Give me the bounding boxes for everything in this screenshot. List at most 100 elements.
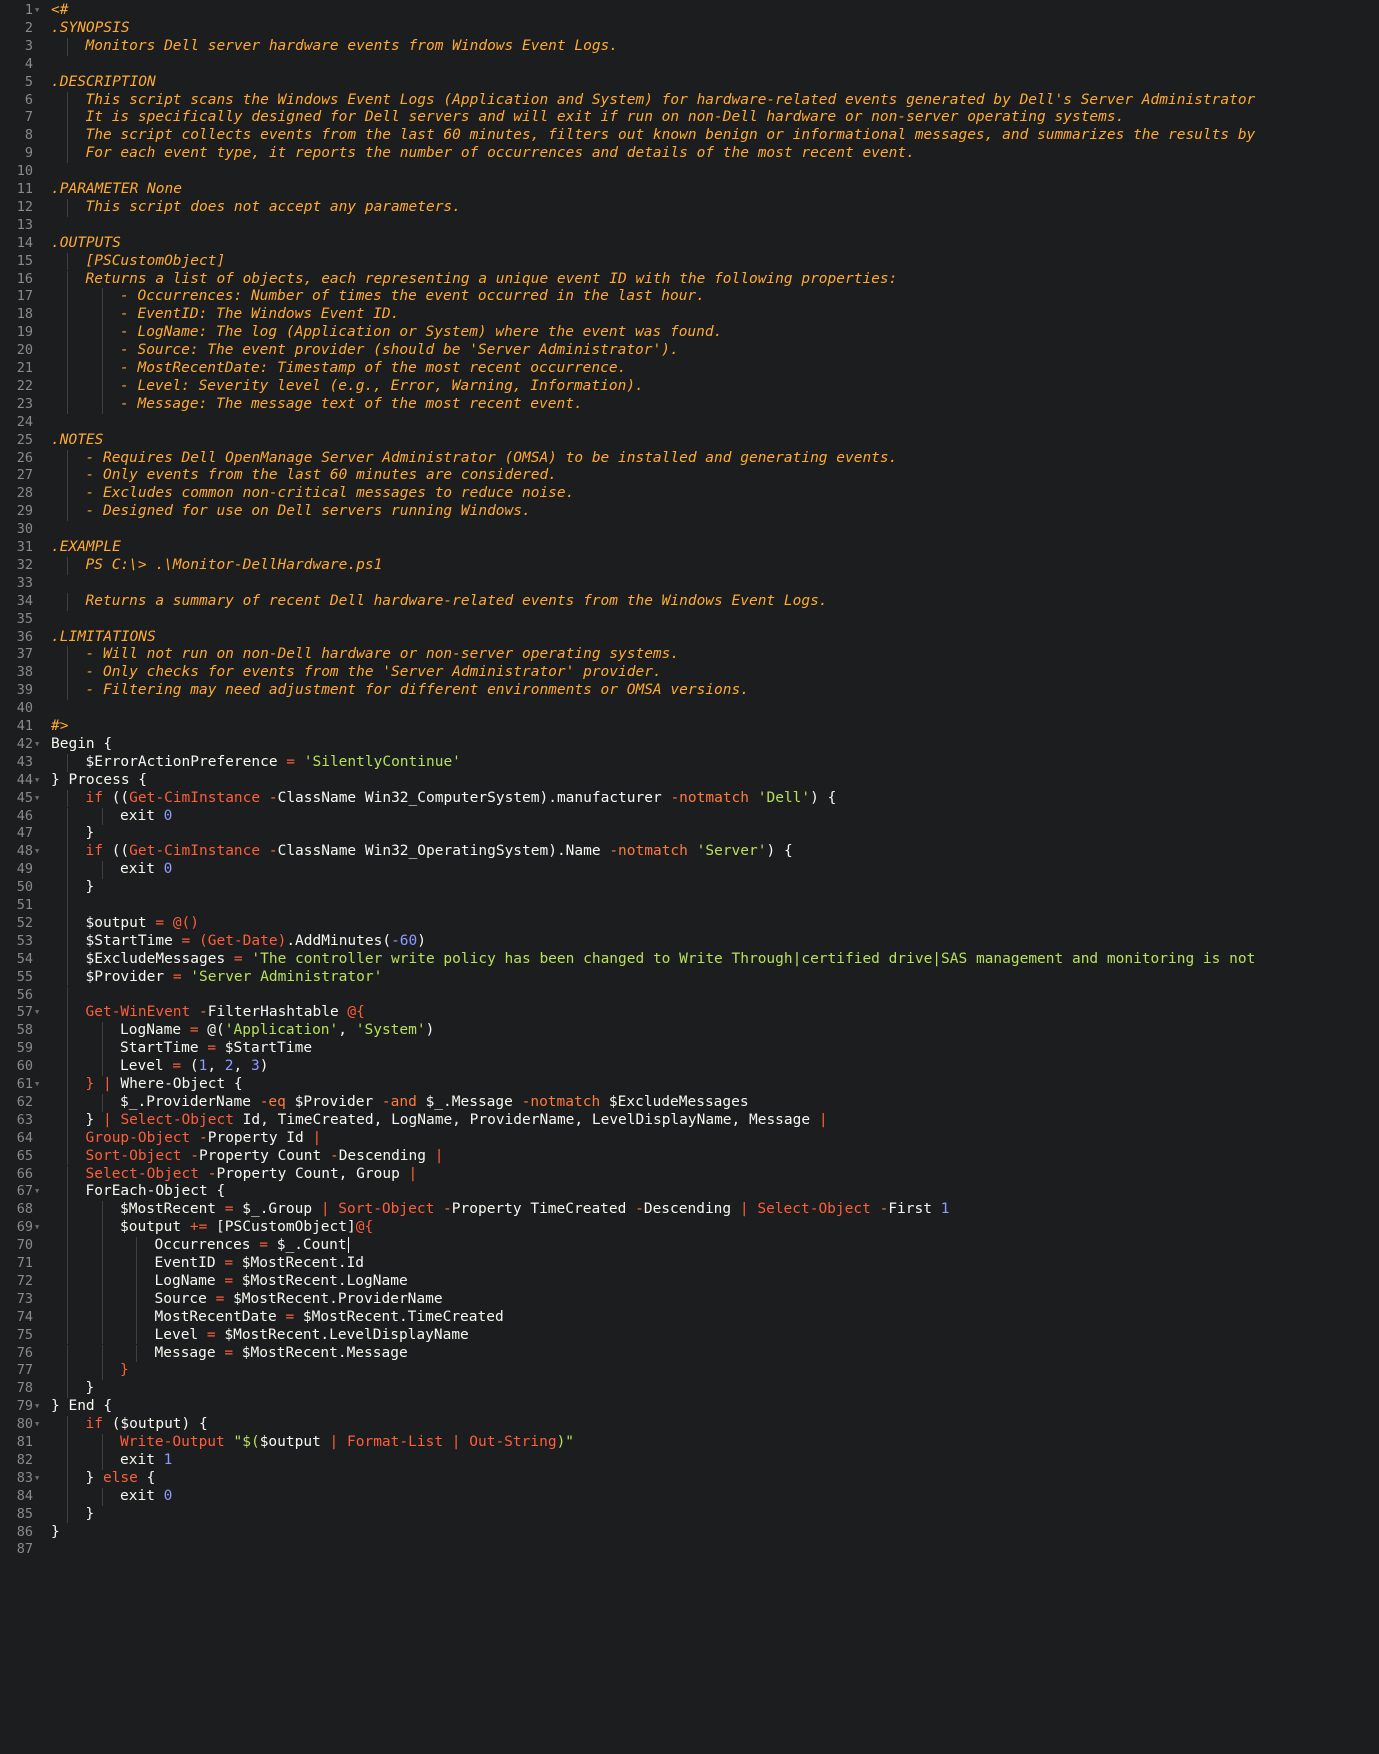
code-line[interactable]: 11 .PARAMETER None [0,181,1233,199]
code-line[interactable]: 74 MostRecentDate = $MostRecent.TimeCreat… [0,1308,1233,1327]
code-line[interactable]: 80 ▼ if ($output) { [0,1416,1233,1434]
code-line[interactable]: 73 Source = $MostRecent.ProviderName [0,1290,1233,1309]
fold-toggle-icon[interactable]: ▼ [35,2,39,20]
code-line[interactable]: 85} [0,1505,1233,1524]
code-line[interactable]: 67 ▼ ForEach-Object { [0,1183,1233,1202]
code-line[interactable]: 13 [0,217,1233,235]
code-line[interactable]: 64 Group-Object -Property Id | [0,1129,1233,1148]
code-line[interactable]: 35 [0,611,1233,629]
code-line[interactable]: 51 [0,897,1233,915]
code-line[interactable]: 87 [0,1541,1233,1559]
code-line[interactable]: 24 [0,414,1233,432]
fold-toggle-icon[interactable]: ▼ [35,1183,39,1201]
code-line[interactable]: 28 - Excludes common non-critical message… [0,485,1233,504]
code-line[interactable]: 77} [0,1362,1233,1381]
code-line[interactable]: 56 [0,986,1233,1005]
code-line[interactable]: 60 Level = (1, 2, 3) [0,1058,1233,1076]
code-line[interactable]: 75 Level = $MostRecent.LevelDisplayName [0,1326,1233,1345]
code-line[interactable]: 69 ▼ $output += [PSCustomObject]@{ [0,1219,1233,1238]
code-line[interactable]: 26 - Requires Dell OpenManage Server Admi… [0,449,1233,468]
code-line[interactable]: 25 .NOTES [0,432,1233,450]
code-line[interactable]: 50} [0,879,1233,897]
fold-toggle-icon[interactable]: ▼ [35,1219,39,1237]
code-line[interactable]: 36 .LIMITATIONS [0,629,1233,647]
code-line[interactable]: 62 $_.ProviderName -eq $Provider -and $_.… [0,1093,1233,1112]
code-line[interactable]: 68 $MostRecent = $_.Group | Sort-Object -… [0,1201,1233,1220]
code-line[interactable]: 61 ▼} | Where-Object { [0,1076,1233,1094]
code-line[interactable]: 66 Select-Object -Property Count, Group | [0,1165,1233,1184]
code-line[interactable]: 16 Returns a list of objects, each repres… [0,270,1233,289]
fold-toggle-icon[interactable]: ▼ [35,1004,39,1022]
code-line[interactable]: 53 $StartTime = (Get-Date).AddMinutes(-60… [0,932,1233,951]
code-line[interactable]: 30 [0,521,1233,539]
code-line[interactable]: 76 Message = $MostRecent.Message [0,1344,1233,1363]
code-line[interactable]: 79 ▼} End { [0,1398,1233,1416]
code-line[interactable]: 19 - LogName: The log (Application or Sys… [0,324,1233,343]
code-line[interactable]: 32 PS C:\> .\Monitor-DellHardware.ps1 [0,556,1233,575]
code-line[interactable]: 6 This script scans the Windows Event Log… [0,91,1255,110]
code-line[interactable]: 23 - Message: The message text of the mos… [0,395,1233,414]
fold-toggle-icon[interactable]: ▼ [35,736,39,754]
code-line[interactable]: 39 - Filtering may need adjustment for di… [0,682,1233,701]
code-line[interactable]: 82 exit 1 [0,1451,1233,1470]
code-line[interactable]: 1 ▼ <# [0,2,1233,20]
code-line[interactable]: 45 ▼ if ((Get-CimInstance -ClassName Win32… [0,789,1233,808]
code-line[interactable]: 17 - Occurrences: Number of times the eve… [0,288,1233,307]
code-line[interactable]: 57 ▼ Get-WinEvent -FilterHashtable @{ [0,1004,1233,1023]
code-line[interactable]: 54 $ExcludeMessages = 'The controller wri… [0,950,1255,969]
code-line[interactable]: 86} [0,1524,1233,1542]
code-line[interactable]: 37 - Will not run on non-Dell hardware or… [0,646,1233,665]
code-line[interactable]: 78} [0,1380,1233,1399]
code-line[interactable]: 70 Occurrences = $_.Count [0,1237,1233,1255]
fold-toggle-icon[interactable]: ▼ [35,1076,39,1094]
code-line[interactable]: 33 [0,575,1233,593]
code-line[interactable]: 46 exit 0 [0,807,1233,826]
code-line[interactable]: 18 - EventID: The Windows Event ID. [0,306,1233,325]
fold-toggle-icon[interactable]: ▼ [35,843,39,861]
code-line[interactable]: 31 .EXAMPLE [0,539,1233,557]
code-line[interactable]: 40 [0,700,1233,718]
code-line[interactable]: 63} | Select-Object Id, TimeCreated, Log… [0,1111,1233,1130]
code-line[interactable]: 43 $ErrorActionPreference = 'SilentlyCont… [0,753,1233,772]
code-line[interactable]: 7 It is specifically designed for Dell se… [0,109,1233,128]
code-line[interactable]: 29 - Designed for use on Dell servers run… [0,503,1233,522]
code-line[interactable]: 3 Monitors Dell server hardware events fr… [0,37,1233,56]
code-line[interactable]: 34 Returns a summary of recent Dell hardw… [0,592,1233,611]
code-line[interactable]: 21 - MostRecentDate: Timestamp of the mos… [0,360,1233,378]
code-line[interactable]: 44 ▼} Process { [0,772,1233,790]
code-line[interactable]: 8 The script collects events from the las… [0,127,1255,146]
fold-toggle-icon[interactable]: ▼ [35,1470,39,1488]
code-line[interactable]: 72 LogName = $MostRecent.LogName [0,1272,1233,1291]
code-line[interactable]: 71 EventID = $MostRecent.Id [0,1255,1233,1273]
code-line[interactable]: 5 .DESCRIPTION [0,74,1233,92]
fold-toggle-icon[interactable]: ▼ [35,1398,39,1416]
code-line[interactable]: 20 - Source: The event provider (should b… [0,342,1233,360]
fold-toggle-icon[interactable]: ▼ [35,772,39,790]
code-line[interactable]: 81 Write-Output "$($output | Format-List … [0,1434,1233,1452]
code-line[interactable]: 59 StartTime = $StartTime [0,1040,1233,1059]
code-line[interactable]: 49 exit 0 [0,861,1233,880]
code-line[interactable]: 12 This script does not accept any parame… [0,198,1233,217]
code-line[interactable]: 65 Sort-Object -Property Count -Descendin… [0,1147,1233,1166]
code-line[interactable]: 27 - Only events from the last 60 minutes… [0,467,1233,486]
code-line[interactable]: 42 ▼ Begin { [0,736,1233,754]
fold-toggle-icon[interactable]: ▼ [35,790,39,808]
code-line[interactable]: 48 ▼ if ((Get-CimInstance -ClassName Win32… [0,843,1233,862]
code-line[interactable]: 14 .OUTPUTS [0,235,1233,253]
code-line[interactable]: 41 #> [0,718,1233,736]
code-line[interactable]: 15 [PSCustomObject] [0,252,1233,271]
code-line[interactable]: 38 - Only checks for events from the 'Ser… [0,664,1233,683]
code-line[interactable]: 84 exit 0 [0,1487,1233,1506]
code-line[interactable]: 83 ▼} else { [0,1469,1233,1488]
code-line[interactable]: 47} [0,825,1233,844]
code-line[interactable]: 22 - Level: Severity level (e.g., Error, … [0,377,1233,396]
code-line[interactable]: 4 [0,56,1233,74]
fold-toggle-icon[interactable]: ▼ [35,1416,39,1434]
code-line[interactable]: 52 $output = @() [0,914,1233,933]
code-line[interactable]: 10 [0,163,1233,181]
code-line[interactable]: 2 .SYNOPSIS [0,20,1233,38]
code-line[interactable]: 58 LogName = @('Application', 'System') [0,1022,1233,1041]
code-line[interactable]: 9 For each event type, it reports the num… [0,145,1233,164]
code-editor[interactable]: 1 ▼ <# 2 .SYNOPSIS 3 Monitors Dell server hard… [0,0,1255,1568]
code-line[interactable]: 55 $Provider = 'Server Administrator' [0,968,1233,987]
